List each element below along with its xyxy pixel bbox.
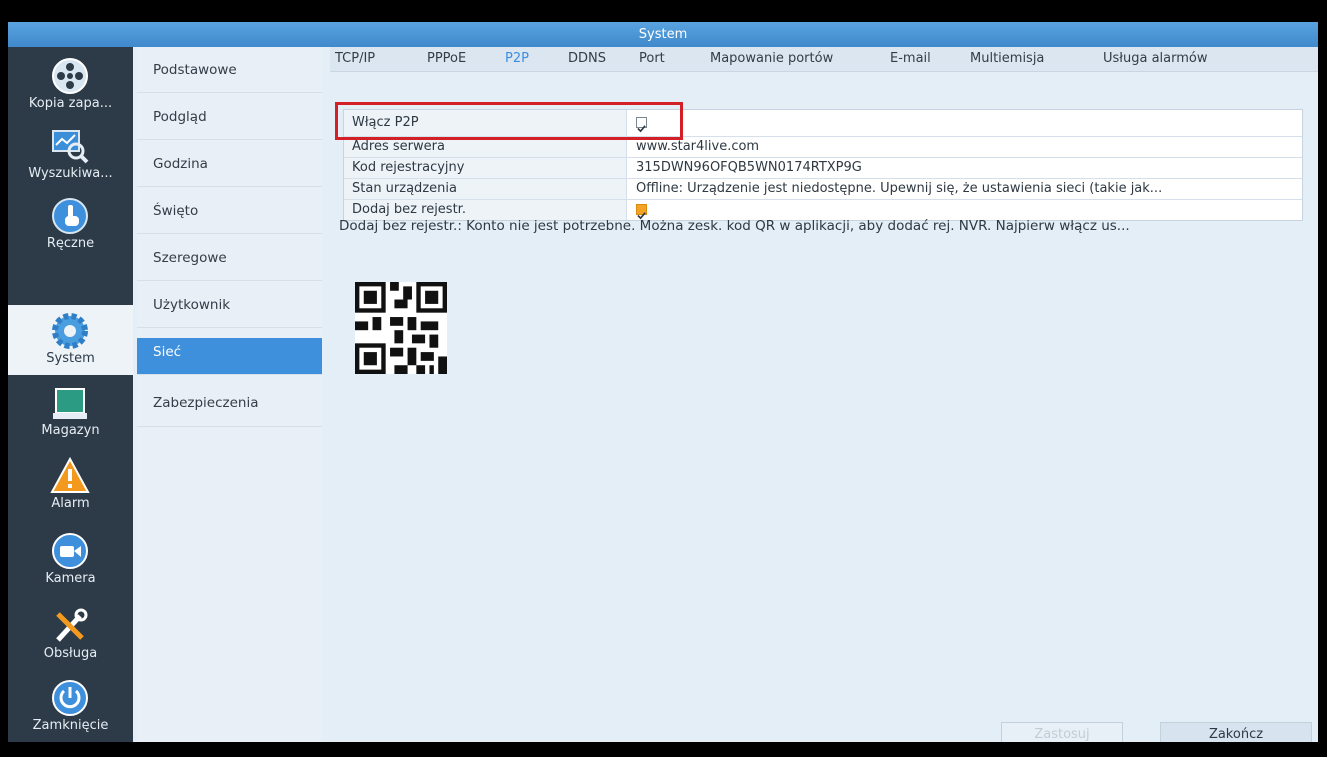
- add-without-registration-checkbox[interactable]: [636, 204, 647, 220]
- rail-item-search[interactable]: Wyszukiwa...: [8, 120, 133, 190]
- server-address-value: www.star4live.com: [636, 139, 760, 154]
- system-window: System Kopia zapa... Wyszukiwa... Ręczne…: [8, 22, 1318, 742]
- category-holiday[interactable]: Święto: [137, 188, 322, 234]
- tools-icon: [56, 608, 88, 642]
- row-server-address: Adres serwera www.star4live.com: [344, 137, 1302, 158]
- category-network[interactable]: Sieć: [137, 338, 322, 375]
- device-status-label: Stan urządzenia: [344, 179, 627, 199]
- rail-label: Ręczne: [46, 236, 95, 251]
- qr-code: [355, 282, 447, 374]
- rail-label: Alarm: [51, 496, 90, 511]
- category-serial[interactable]: Szeregowe: [137, 235, 322, 281]
- finish-button[interactable]: Zakończ: [1160, 722, 1312, 742]
- registration-code-label: Kod rejestracyjny: [344, 158, 627, 178]
- rail-item-camera[interactable]: Kamera: [8, 525, 133, 595]
- category-preview[interactable]: Podgląd: [137, 94, 322, 140]
- category-time[interactable]: Godzina: [137, 141, 322, 187]
- tab-port-mapping[interactable]: Mapowanie portów: [710, 47, 833, 71]
- category-security[interactable]: Zabezpieczenia: [137, 381, 322, 427]
- category-user[interactable]: Użytkownik: [137, 282, 322, 328]
- camera-icon: [52, 533, 88, 569]
- category-basic[interactable]: Podstawowe: [137, 47, 322, 93]
- tab-tcpip[interactable]: TCP/IP: [335, 47, 375, 71]
- rail-label: Magazyn: [41, 423, 100, 438]
- power-icon: [52, 680, 88, 716]
- warning-icon: [50, 456, 90, 493]
- tab-pppoe[interactable]: PPPoE: [427, 47, 466, 71]
- rail-item-shutdown[interactable]: Zamknięcie: [8, 672, 133, 742]
- server-address-label: Adres serwera: [344, 137, 627, 157]
- row-registration-code: Kod rejestracyjny 315DWN96OFQB5WN0174RTX…: [344, 158, 1302, 179]
- add-without-registration-note: Dodaj bez rejestr.: Konto nie jest potrz…: [339, 218, 1130, 234]
- tab-alarm-service[interactable]: Usługa alarmów: [1103, 47, 1207, 71]
- rail-label: Zamknięcie: [32, 718, 109, 733]
- device-status-value: Offline: Urządzenie jest niedostępne. Up…: [636, 181, 1163, 196]
- row-device-status: Stan urządzenia Offline: Urządzenie jest…: [344, 179, 1302, 200]
- highlight-box: [335, 102, 683, 140]
- add-without-registration-label: Dodaj bez rejestr.: [344, 200, 627, 220]
- tab-p2p[interactable]: P2P: [505, 47, 529, 71]
- window-title: System: [8, 22, 1318, 47]
- rail-label: System: [46, 351, 95, 366]
- tab-port[interactable]: Port: [639, 47, 665, 71]
- rail-item-backup[interactable]: Kopia zapa...: [8, 50, 133, 120]
- rail-item-maintenance[interactable]: Obsługa: [8, 600, 133, 670]
- rail-label: Obsługa: [43, 646, 98, 661]
- search-chart-icon: [52, 130, 89, 164]
- rail-label: Wyszukiwa...: [28, 166, 113, 181]
- rail-item-alarm[interactable]: Alarm: [8, 450, 133, 520]
- network-tabs: TCP/IP PPPoE P2P DDNS Port Mapowanie por…: [330, 47, 1318, 72]
- rail-item-storage[interactable]: Magazyn: [8, 377, 133, 447]
- tab-email[interactable]: E-mail: [890, 47, 931, 71]
- main-menu-rail: Kopia zapa... Wyszukiwa... Ręczne System…: [8, 47, 133, 742]
- rail-item-system[interactable]: System: [8, 305, 133, 375]
- settings-category-list: Podstawowe Podgląd Godzina Święto Szereg…: [137, 47, 322, 742]
- registration-code-value: 315DWN96OFQB5WN0174RTXP9G: [636, 160, 862, 175]
- rail-label: Kamera: [45, 571, 96, 586]
- hand-pointer-icon: [52, 198, 88, 234]
- tab-ddns[interactable]: DDNS: [568, 47, 606, 71]
- rail-label: Kopia zapa...: [28, 96, 113, 111]
- network-settings-panel: TCP/IP PPPoE P2P DDNS Port Mapowanie por…: [330, 47, 1318, 742]
- tab-multicast[interactable]: Multiemisja: [970, 47, 1044, 71]
- backup-reel-icon: [52, 58, 88, 94]
- row-add-without-registration: Dodaj bez rejestr.: [344, 200, 1302, 220]
- gear-icon: [52, 313, 88, 349]
- rail-item-manual[interactable]: Ręczne: [8, 190, 133, 260]
- apply-button[interactable]: Zastosuj: [1001, 722, 1123, 742]
- storage-icon: [53, 388, 87, 419]
